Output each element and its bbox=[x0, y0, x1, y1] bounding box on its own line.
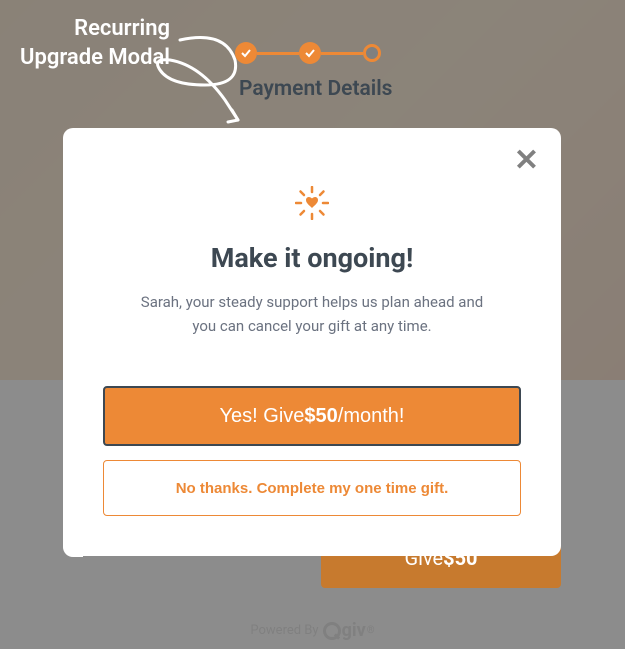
qgiv-logo: giv ® bbox=[323, 620, 375, 641]
close-button[interactable]: ✕ bbox=[514, 146, 539, 176]
step-3-current bbox=[363, 44, 381, 62]
checkmark-icon bbox=[304, 47, 316, 59]
primary-prefix: Yes! Give bbox=[220, 405, 305, 428]
qgiv-q-icon bbox=[323, 622, 341, 640]
step-title: Payment Details bbox=[239, 77, 392, 101]
powered-by-footer: Powered By giv ® bbox=[0, 620, 625, 641]
upgrade-recurring-button[interactable]: Yes! Give $50 /month! bbox=[103, 386, 521, 446]
annotation-arrow-icon bbox=[130, 30, 250, 130]
progress-stepper bbox=[235, 42, 381, 64]
heart-burst-icon bbox=[103, 186, 521, 224]
decline-recurring-button[interactable]: No thanks. Complete my one time gift. bbox=[103, 460, 521, 516]
primary-suffix: /month! bbox=[338, 405, 405, 428]
primary-amount: $50 bbox=[304, 405, 337, 428]
recurring-upgrade-modal: ✕ Make it ongoing! Sarah, your steady su… bbox=[63, 128, 561, 556]
modal-subtitle: Sarah, your steady support helps us plan… bbox=[103, 290, 521, 338]
step-connector bbox=[321, 52, 363, 55]
modal-title: Make it ongoing! bbox=[103, 242, 521, 274]
step-connector bbox=[257, 52, 299, 55]
registered-mark: ® bbox=[367, 625, 375, 636]
close-icon: ✕ bbox=[514, 143, 539, 178]
powered-by-text: Powered By bbox=[250, 623, 318, 638]
step-2-complete bbox=[299, 42, 321, 64]
qgiv-text: giv bbox=[342, 620, 366, 641]
